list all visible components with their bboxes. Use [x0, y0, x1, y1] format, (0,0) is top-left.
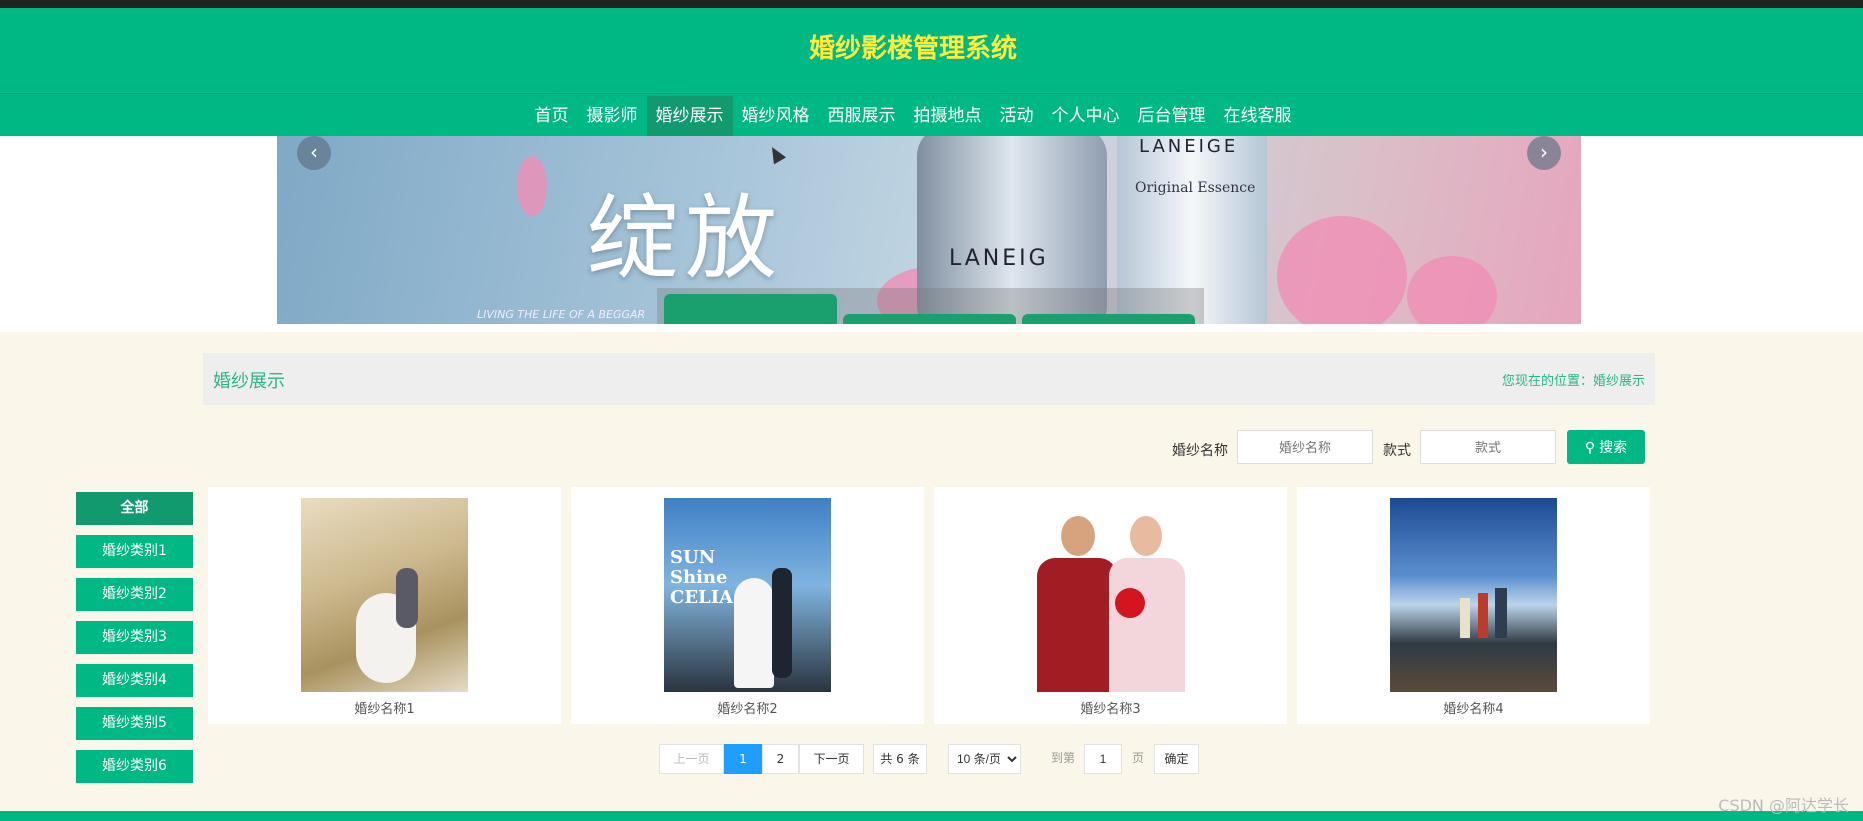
section-title: 婚纱展示	[213, 371, 285, 392]
product-image	[301, 498, 468, 692]
pager-page-unit: 页	[1131, 751, 1144, 765]
petal-shape	[1407, 256, 1497, 324]
window-top-bar	[0, 0, 1863, 8]
banner-brand2-label: LANEIGE	[1139, 136, 1239, 157]
product-card[interactable]: SUN Shine CELIA 婚纱名称2	[571, 487, 924, 724]
category-item-1[interactable]: 婚纱类别1	[76, 535, 193, 568]
pager-size-select[interactable]: 10 条/页	[948, 744, 1021, 774]
product-name: 婚纱名称4	[1443, 702, 1504, 717]
carousel-next-button[interactable]: ›	[1527, 136, 1561, 170]
nav-item-online-service[interactable]: 在线客服	[1215, 96, 1301, 136]
pager-confirm-button[interactable]: 确定	[1154, 744, 1199, 774]
site-header: 婚纱影楼管理系统 首页 摄影师 婚纱展示 婚纱风格 西服展示 拍摄地点 活动 个…	[0, 8, 1863, 136]
pager-goto-label: 到第	[1050, 751, 1075, 765]
style-search-label: 款式	[1383, 443, 1411, 459]
nav-item-photographer[interactable]: 摄影师	[578, 96, 647, 136]
carousel-indicator-2[interactable]	[843, 314, 1016, 324]
site-title: 婚纱影楼管理系统	[808, 34, 1017, 64]
carousel-prev-button[interactable]: ‹	[297, 136, 331, 170]
category-list: 全部 婚纱类别1 婚纱类别2 婚纱类别3 婚纱类别4 婚纱类别5 婚纱类别6	[76, 492, 193, 793]
nav-item-personal-center[interactable]: 个人中心	[1043, 96, 1129, 136]
product-name: 婚纱名称3	[1080, 702, 1141, 717]
category-item-5[interactable]: 婚纱类别5	[76, 707, 193, 740]
groom-face	[1061, 516, 1095, 556]
bride-figure	[734, 578, 774, 688]
section-title-bar: 婚纱展示 您现在的位置：婚纱展示	[203, 353, 1655, 405]
nav-item-home[interactable]: 首页	[526, 96, 578, 136]
main-nav: 首页 摄影师 婚纱展示 婚纱风格 西服展示 拍摄地点 活动 个人中心 后台管理 …	[0, 96, 1826, 136]
carousel-indicator-3[interactable]	[1022, 314, 1195, 324]
product-card[interactable]: 婚纱名称4	[1297, 487, 1650, 724]
name-search-input[interactable]	[1237, 430, 1373, 464]
pager-page-1[interactable]: 1	[724, 744, 762, 774]
search-button[interactable]: ⚲ 搜索	[1567, 430, 1645, 464]
category-all[interactable]: 全部	[76, 492, 193, 525]
product-name: 婚纱名称1	[354, 702, 415, 717]
chevron-left-icon: ‹	[310, 140, 318, 164]
name-search-label: 婚纱名称	[1172, 443, 1228, 459]
pager-page-2[interactable]: 2	[762, 744, 799, 774]
person-figure	[1460, 598, 1470, 638]
nav-item-suit[interactable]: 西服展示	[819, 96, 905, 136]
photo-overlay-text: SUN Shine CELIA	[670, 547, 734, 608]
category-item-6[interactable]: 婚纱类别6	[76, 750, 193, 783]
carousel-indicator-bar	[657, 288, 1204, 324]
product-image	[1390, 498, 1557, 692]
banner-brand2-sub: Original Essence	[1135, 180, 1256, 196]
category-item-2[interactable]: 婚纱类别2	[76, 578, 193, 611]
nav-item-wedding-dress[interactable]: 婚纱展示	[646, 96, 733, 136]
product-image	[1027, 498, 1194, 692]
product-card[interactable]: 婚纱名称3	[934, 487, 1287, 724]
nav-item-admin[interactable]: 后台管理	[1129, 96, 1215, 136]
breadcrumb: 您现在的位置：婚纱展示	[1501, 374, 1645, 389]
watermark: CSDN @阿达学长	[1718, 796, 1849, 815]
search-icon: ⚲	[1584, 439, 1596, 455]
banner-headline: 绽放	[587, 185, 784, 292]
carousel-indicator-1[interactable]	[664, 294, 837, 324]
pager-next-button[interactable]: 下一页	[799, 744, 864, 774]
pager-prev-button[interactable]: 上一页	[659, 744, 724, 774]
product-name: 婚纱名称2	[717, 702, 778, 717]
chevron-right-icon: ›	[1540, 140, 1548, 164]
product-card[interactable]: 婚纱名称1	[208, 487, 561, 724]
petal-shape	[517, 156, 547, 216]
groom-figure	[1037, 558, 1117, 692]
nav-item-dress-style[interactable]: 婚纱风格	[733, 96, 819, 136]
category-item-4[interactable]: 婚纱类别4	[76, 664, 193, 697]
bouquet	[1115, 588, 1145, 618]
bride-figure	[1109, 558, 1185, 692]
product-image: SUN Shine CELIA	[664, 498, 831, 692]
groom-figure	[396, 568, 418, 628]
category-item-3[interactable]: 婚纱类别3	[76, 621, 193, 654]
person-figure	[1495, 588, 1507, 638]
style-search-input[interactable]	[1420, 430, 1556, 464]
petal-shape	[1277, 216, 1407, 324]
nav-divider	[0, 93, 1863, 94]
nav-item-location[interactable]: 拍摄地点	[905, 96, 991, 136]
groom-figure	[772, 568, 792, 678]
banner-subline: LIVING THE LIFE OF A BEGGAR	[477, 308, 646, 321]
person-figure	[1478, 593, 1488, 638]
nav-item-activity[interactable]: 活动	[991, 96, 1043, 136]
pager-goto-input[interactable]	[1084, 744, 1122, 774]
site-footer	[0, 811, 1863, 821]
search-button-label: 搜索	[1599, 439, 1628, 455]
bride-face	[1130, 516, 1162, 556]
pager-total: 共 6 条	[873, 744, 927, 774]
banner-brand-label: LANEIG	[949, 246, 1049, 271]
